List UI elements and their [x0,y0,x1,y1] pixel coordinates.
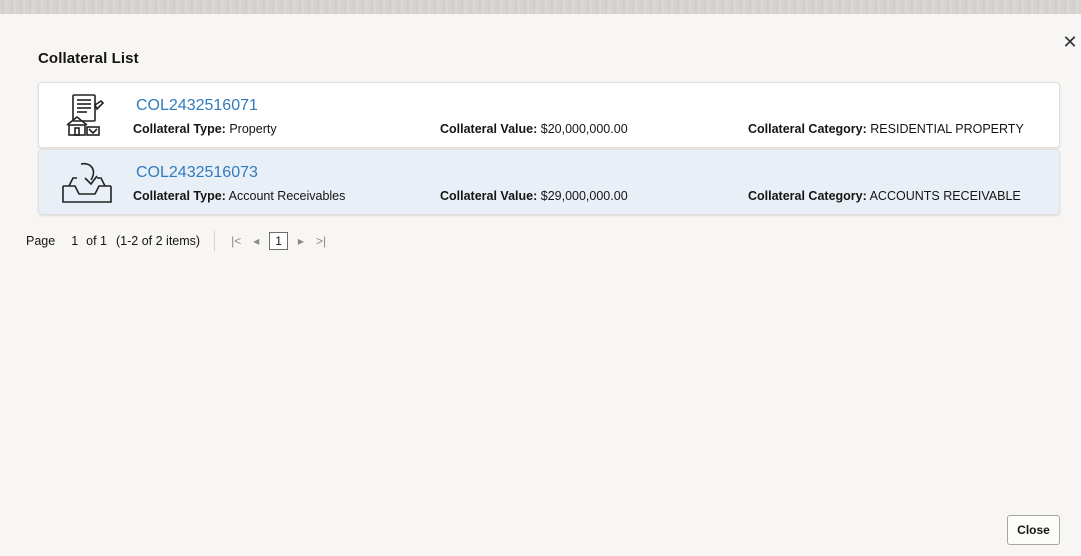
first-page-icon[interactable]: |< [231,234,241,248]
items-range: (1-2 of 2 items) [116,234,201,248]
property-document-icon [66,94,105,136]
collateral-category-label: Collateral Category: [748,189,867,203]
collateral-card[interactable]: COL2432516071 Collateral Type: Property … [38,82,1060,148]
previous-page-icon[interactable]: ◂ [253,234,259,248]
collateral-value-amount: $20,000,000.00 [540,122,628,136]
close-icon[interactable]: ✕ [1062,33,1078,51]
next-page-icon[interactable]: ▸ [298,234,304,248]
page-button[interactable]: 1 [269,232,288,250]
last-page-icon[interactable]: >| [316,234,326,248]
collateral-type: Collateral Type: Property [133,122,277,136]
background-overlay-band [0,0,1081,14]
collateral-value: Collateral Value: $29,000,000.00 [440,189,628,203]
collateral-id-link[interactable]: COL2432516071 [136,97,258,115]
collateral-card[interactable]: COL2432516073 Collateral Type: Account R… [38,149,1060,215]
page-label: Page [26,234,56,248]
collateral-category: Collateral Category: ACCOUNTS RECEIVABLE [748,189,1021,203]
collateral-type-value: Property [229,122,277,136]
close-button[interactable]: Close [1007,515,1060,545]
account-receivables-icon [62,162,112,203]
collateral-value-amount: $29,000,000.00 [540,189,628,203]
collateral-value-label: Collateral Value: [440,122,538,136]
collateral-value: Collateral Value: $20,000,000.00 [440,122,628,136]
collateral-category-label: Collateral Category: [748,122,867,136]
page-count: of 1 [86,234,108,248]
dialog-title: Collateral List [38,50,139,67]
collateral-id-link[interactable]: COL2432516073 [136,164,258,182]
collateral-type-value: Account Receivables [228,189,346,203]
collateral-category-value: ACCOUNTS RECEIVABLE [869,189,1021,203]
collateral-category: Collateral Category: RESIDENTIAL PROPERT… [748,122,1024,136]
collateral-category-value: RESIDENTIAL PROPERTY [870,122,1024,136]
collateral-type-label: Collateral Type: [133,122,226,136]
collateral-list-dialog: Collateral List ✕ COL2432516071 Collater… [0,14,1081,556]
collateral-type: Collateral Type: Account Receivables [133,189,345,203]
collateral-value-label: Collateral Value: [440,189,538,203]
pagination-divider [214,231,216,251]
collateral-type-label: Collateral Type: [133,189,226,203]
pagination: Page 1 of 1 (1-2 of 2 items) |< ◂ 1 ▸ >| [26,230,332,252]
current-page-input[interactable]: 1 [71,234,78,248]
